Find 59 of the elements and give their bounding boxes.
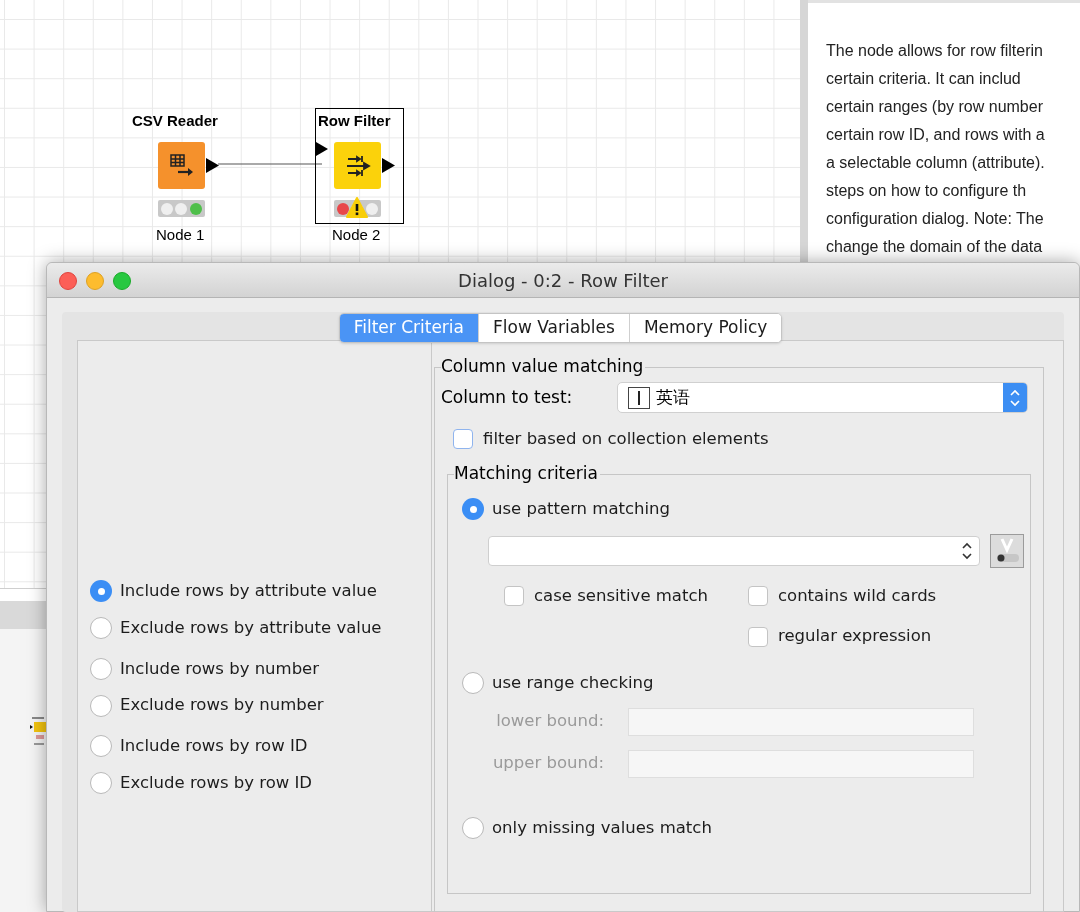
checkbox-label: case sensitive match — [534, 584, 708, 607]
description-text: certain row ID, and rows with a — [826, 125, 1045, 145]
checkbox[interactable] — [453, 429, 473, 450]
flow-variable-icon[interactable] — [990, 533, 1024, 568]
radio-button[interactable] — [462, 498, 484, 521]
checkbox-label: filter based on collection elements — [483, 428, 769, 450]
description-text: a selectable column (attribute). — [826, 153, 1045, 173]
description-text: certain criteria. It can includ — [826, 69, 1021, 89]
checkbox[interactable] — [748, 585, 768, 606]
field-label: lower bound: — [495, 710, 604, 733]
description-text: configuration dialog. Note: The — [826, 209, 1044, 229]
radio-button[interactable] — [462, 672, 484, 695]
field-label: Column to test: — [441, 385, 574, 409]
description-text: steps on how to configure th — [826, 181, 1027, 201]
checkbox[interactable] — [504, 585, 524, 606]
checkbox-label: contains wild cards — [778, 584, 937, 607]
table-arrow-icon — [168, 152, 195, 179]
radio-label: use range checking — [492, 672, 654, 694]
description-text: The node allows for row filterin — [826, 41, 1043, 61]
radio-button[interactable] — [462, 817, 484, 840]
minimize-button[interactable] — [86, 272, 104, 290]
radio-label: use pattern matching — [492, 497, 671, 520]
node-label: Node 1 — [156, 225, 205, 245]
checkbox-label: regular expression — [778, 625, 932, 648]
close-button[interactable] — [59, 272, 77, 290]
radio-button[interactable] — [90, 657, 112, 680]
select-value: 英语 — [656, 385, 691, 409]
workflow-thumbnail-drawing — [30, 717, 46, 747]
column-select[interactable]: 英语 — [617, 382, 1028, 413]
stepper-icon[interactable] — [961, 540, 973, 561]
radio-button[interactable] — [90, 580, 112, 603]
input-port-icon[interactable] — [316, 142, 328, 156]
radio-label: Include rows by attribute value — [120, 580, 377, 602]
radio-button[interactable] — [90, 694, 112, 717]
node-title: Row Filter — [318, 112, 391, 130]
node-label: Node 2 — [332, 225, 381, 245]
zoom-button[interactable] — [113, 272, 131, 290]
radio-button[interactable] — [90, 735, 112, 758]
tab[interactable]: Flow Variables — [478, 314, 629, 342]
description-text: change the domain of the data — [826, 237, 1043, 257]
pattern-field[interactable] — [488, 535, 980, 566]
radio-button[interactable] — [90, 772, 112, 795]
tab[interactable]: Memory Policy — [628, 314, 782, 342]
node-box[interactable] — [158, 142, 205, 189]
radio-label: Exclude rows by attribute value — [120, 616, 382, 639]
radio-label: Include rows by number — [120, 657, 320, 680]
radio-label: Exclude rows by number — [120, 694, 324, 717]
node-box[interactable] — [334, 142, 381, 189]
node-title: CSV Reader — [132, 112, 218, 130]
radio-label: Include rows by row ID — [120, 735, 308, 757]
splitter-bar[interactable] — [800, 0, 808, 265]
checkbox[interactable] — [748, 626, 768, 647]
window-title: Dialog - 0:2 - Row Filter — [458, 268, 668, 293]
field-label: upper bound: — [491, 752, 604, 775]
radio-button[interactable] — [90, 617, 112, 640]
radio-label: only missing values match — [492, 816, 712, 839]
string-type-icon — [628, 386, 650, 409]
description-text: certain ranges (by row number — [826, 97, 1043, 117]
radio-label: Exclude rows by row ID — [120, 771, 313, 794]
